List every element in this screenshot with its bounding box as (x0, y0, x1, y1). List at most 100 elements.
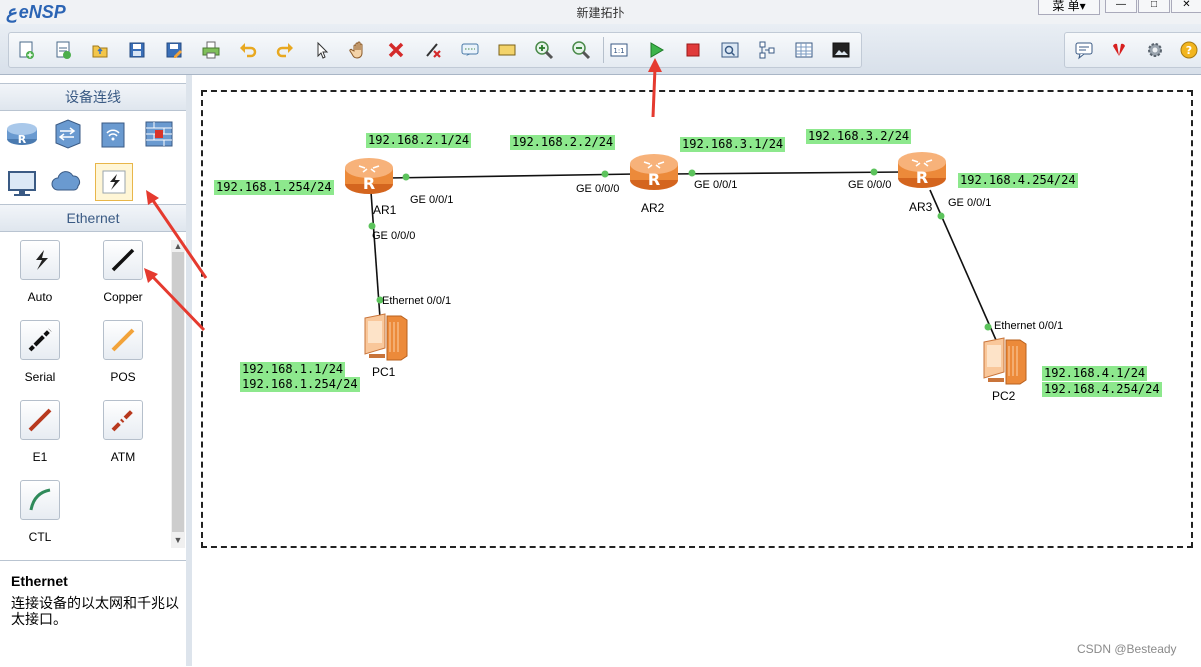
ip-label[interactable]: 192.168.4.254/24 (958, 173, 1078, 188)
huawei-logo-icon[interactable] (1107, 38, 1131, 62)
open-icon[interactable] (88, 38, 112, 62)
svg-text:?: ? (1186, 44, 1192, 57)
router-ar1-icon[interactable]: R (343, 152, 395, 201)
port-label: GE 0/0/0 (848, 179, 892, 191)
cable-atm[interactable]: ATM (88, 400, 158, 470)
ip-label[interactable]: 192.168.3.2/24 (806, 129, 912, 144)
cable-e1[interactable]: E1 (5, 400, 75, 470)
svg-text:R: R (648, 170, 660, 189)
ip-label[interactable]: 192.168.4.1/24 (1042, 366, 1148, 381)
save-icon[interactable] (125, 38, 149, 62)
ip-label[interactable]: 192.168.2.2/24 (510, 135, 616, 150)
start-device-icon[interactable] (644, 38, 668, 62)
settings-gear-icon[interactable] (1143, 38, 1167, 62)
cable-copper[interactable]: Copper (88, 240, 158, 310)
cable-label: CTL (28, 530, 52, 544)
menu-button[interactable]: 菜 单▾ (1038, 0, 1100, 15)
cable-label: POS (110, 370, 136, 384)
firewall-category-icon[interactable] (141, 116, 177, 152)
toolbar-group-right: ? (1064, 32, 1201, 68)
wireless-category-icon[interactable] (95, 116, 131, 152)
text-note-icon[interactable] (458, 38, 482, 62)
cable-label: Serial (24, 370, 56, 384)
rectangle-icon[interactable] (495, 38, 519, 62)
ctl-cable-icon (20, 480, 60, 520)
description-title: Ethernet (11, 573, 68, 589)
pan-hand-icon[interactable] (347, 38, 371, 62)
redo-icon[interactable] (273, 38, 297, 62)
ip-label[interactable]: 192.168.3.1/24 (680, 137, 786, 152)
router-ar3-icon[interactable]: R (896, 146, 948, 195)
description-text: 连接设备的以太网和千兆以太接口。 (11, 595, 179, 627)
cloud-category-icon[interactable] (49, 165, 85, 201)
device-label-ar3: AR3 (909, 200, 933, 214)
pc1-icon[interactable] (357, 312, 411, 367)
ip-label[interactable]: 192.168.1.254/24 (240, 377, 360, 392)
cable-auto[interactable]: Auto (5, 240, 75, 310)
router-category-icon[interactable]: R (4, 116, 40, 152)
svg-text:R: R (363, 174, 375, 193)
cable-heading: Ethernet (0, 204, 186, 232)
zoom-in-icon[interactable] (532, 38, 556, 62)
ip-label[interactable]: 192.168.1.254/24 (214, 180, 334, 195)
description-box: Ethernet 连接设备的以太网和千兆以太接口。 (0, 560, 186, 667)
svg-text:R: R (18, 133, 27, 146)
zoom-out-icon[interactable] (569, 38, 593, 62)
select-icon[interactable] (310, 38, 334, 62)
port-label: GE 0/0/0 (576, 183, 620, 195)
switch-category-icon[interactable] (49, 116, 85, 152)
e1-cable-icon (20, 400, 60, 440)
help-icon[interactable]: ? (1177, 38, 1201, 62)
capture-icon[interactable] (718, 38, 742, 62)
device-label-ar2: AR2 (641, 201, 665, 215)
port-label: Ethernet 0/0/1 (382, 295, 452, 307)
router-ar2-icon[interactable]: R (628, 148, 680, 197)
pc2-icon[interactable] (976, 336, 1030, 391)
svg-text:1:1: 1:1 (613, 47, 624, 55)
cable-label: Auto (27, 290, 53, 304)
ip-label[interactable]: 192.168.4.254/24 (1042, 382, 1162, 397)
copper-cable-icon (103, 240, 143, 280)
device-label-ar1: AR1 (373, 203, 397, 217)
new-topology-icon[interactable] (14, 38, 38, 62)
toolbar-separator (603, 37, 604, 63)
pc-category-icon[interactable] (4, 165, 40, 201)
port-label: GE 0/0/1 (948, 197, 992, 209)
cable-pos[interactable]: POS (88, 320, 158, 390)
device-heading: 设备连线 (0, 83, 186, 111)
cable-category-icon[interactable] (95, 163, 133, 201)
minimize-button[interactable]: — (1105, 0, 1137, 13)
close-window-button[interactable]: ✕ (1171, 0, 1201, 13)
print-icon[interactable] (199, 38, 223, 62)
feedback-icon[interactable] (1072, 38, 1096, 62)
device-label-pc1: PC1 (372, 365, 396, 379)
stop-device-icon[interactable] (681, 38, 705, 62)
new-lab-icon[interactable] (51, 38, 75, 62)
topology-view-icon[interactable] (755, 38, 779, 62)
main-toolbar: 1:1 ? (0, 24, 1201, 75)
fit-view-icon[interactable]: 1:1 (607, 38, 631, 62)
save-as-icon[interactable] (162, 38, 186, 62)
scroll-down-arrow-icon[interactable]: ▼ (171, 534, 185, 546)
cable-label: Copper (103, 290, 143, 304)
cable-ctl[interactable]: CTL (5, 480, 75, 550)
scroll-thumb[interactable] (172, 252, 184, 532)
port-label: GE 0/0/1 (694, 179, 738, 191)
cable-serial[interactable]: Serial (5, 320, 75, 390)
port-label: Ethernet 0/0/1 (994, 320, 1064, 332)
ip-label[interactable]: 192.168.2.1/24 (366, 133, 472, 148)
device-label-pc2: PC2 (992, 389, 1016, 403)
screenshot-icon[interactable] (829, 38, 853, 62)
ip-label[interactable]: 192.168.1.1/24 (240, 362, 346, 377)
window-title: 新建拓扑 (576, 6, 625, 20)
scroll-up-arrow-icon[interactable]: ▲ (171, 240, 185, 252)
atm-cable-icon (103, 400, 143, 440)
delete-link-icon[interactable] (421, 38, 445, 62)
cable-list-scrollbar[interactable]: ▲ ▼ (171, 240, 185, 548)
maximize-button[interactable]: □ (1138, 0, 1170, 13)
delete-icon[interactable] (384, 38, 408, 62)
port-label: GE 0/0/1 (410, 194, 454, 206)
pos-cable-icon (103, 320, 143, 360)
undo-icon[interactable] (236, 38, 260, 62)
grid-icon[interactable] (792, 38, 816, 62)
